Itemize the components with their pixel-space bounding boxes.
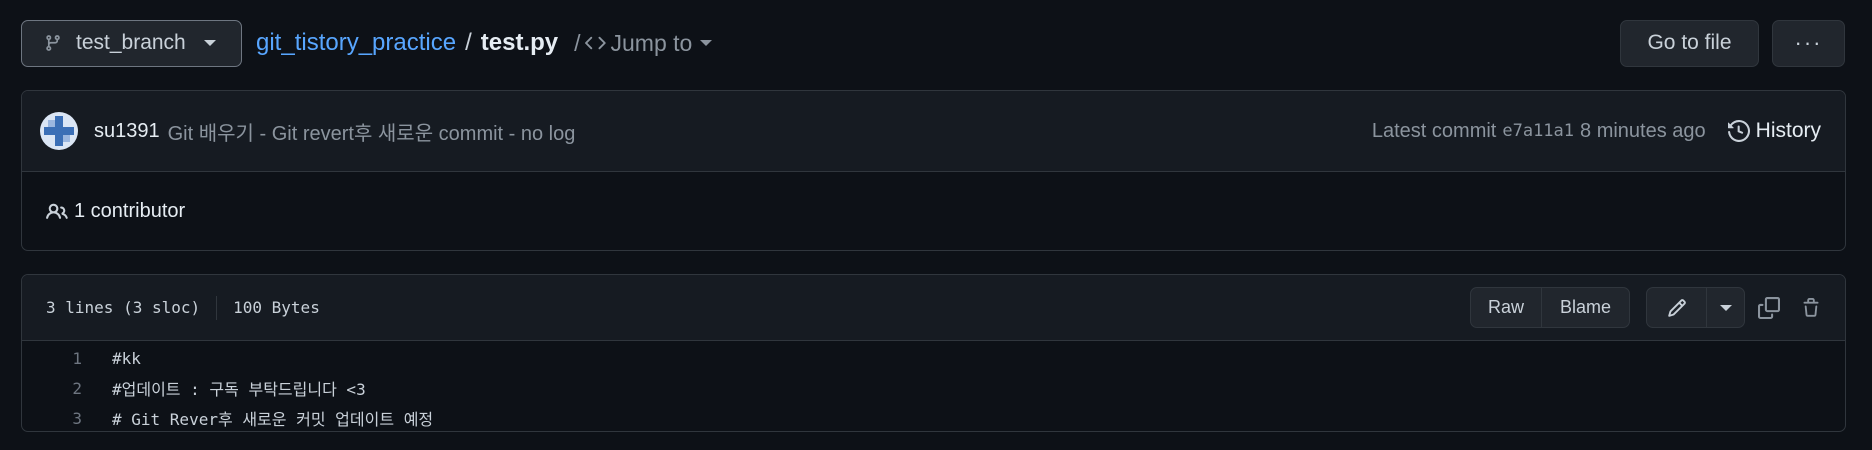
breadcrumb-repo-link[interactable]: git_tistory_practice — [256, 29, 456, 57]
latest-commit-box: su1391 Git 배우기 - Git revert후 새로운 commit … — [21, 90, 1846, 251]
line-number[interactable]: 2 — [22, 379, 82, 398]
trash-icon — [1803, 297, 1819, 317]
go-to-file-button[interactable]: Go to file — [1620, 19, 1759, 67]
branch-name: test_branch — [76, 31, 186, 54]
contributors-row[interactable]: 1 contributor — [22, 172, 1845, 250]
code-icon — [584, 36, 606, 50]
file-viewer: 3 lines (3 sloc) 100 Bytes Raw Blame 1 #… — [21, 274, 1846, 432]
copy-raw-button[interactable] — [1751, 290, 1787, 326]
more-options-button[interactable]: ··· — [1772, 19, 1845, 67]
avatar[interactable] — [40, 112, 78, 150]
jump-to-button[interactable]: / Jump to — [574, 29, 713, 57]
line-content: #kk — [112, 348, 141, 368]
breadcrumb-file-name: test.py — [480, 29, 559, 56]
commit-message[interactable]: Git 배우기 - Git revert후 새로운 commit - no lo… — [168, 117, 576, 146]
history-icon — [1727, 120, 1750, 142]
branch-selector-button[interactable]: test_branch — [21, 19, 242, 67]
history-button[interactable]: History — [1727, 119, 1821, 143]
file-header: 3 lines (3 sloc) 100 Bytes Raw Blame — [22, 275, 1845, 341]
chevron-down-icon — [1719, 304, 1732, 311]
chevron-down-icon — [700, 40, 713, 46]
jump-to-label: Jump to — [610, 29, 693, 56]
blame-button[interactable]: Blame — [1541, 288, 1629, 327]
breadcrumb-separator: / — [465, 29, 472, 56]
line-number[interactable]: 1 — [22, 349, 82, 368]
jump-separator: / — [574, 29, 581, 56]
commit-author[interactable]: su1391 — [94, 120, 160, 143]
contributors-label: 1 contributor — [74, 200, 186, 222]
breadcrumb: git_tistory_practice / test.py — [256, 29, 558, 57]
pencil-icon — [1667, 298, 1686, 317]
edit-group — [1646, 287, 1745, 328]
history-label: History — [1755, 119, 1821, 142]
delete-file-button[interactable] — [1793, 290, 1829, 326]
raw-button[interactable]: Raw — [1471, 288, 1541, 327]
edit-dropdown-button[interactable] — [1706, 288, 1744, 327]
code-line: 3 # Git Rever후 새로운 커밋 업데이트 예정 — [22, 403, 1845, 431]
commit-sha-link[interactable]: e7a11a1 — [1502, 121, 1574, 141]
file-lines-info: 3 lines (3 sloc) — [46, 298, 201, 317]
code-view: 1 #kk 2 #업데이트 : 구독 부탁드립니다 <3 3 # Git Rev… — [22, 341, 1845, 431]
commit-row: su1391 Git 배우기 - Git revert후 새로운 commit … — [22, 91, 1845, 172]
latest-commit-label: Latest commit — [1371, 119, 1497, 142]
code-line: 2 #업데이트 : 구독 부탁드립니다 <3 — [22, 373, 1845, 403]
file-size: 100 Bytes — [233, 298, 320, 317]
commit-time: 8 minutes ago — [1580, 119, 1706, 142]
line-number[interactable]: 3 — [22, 409, 82, 428]
divider — [216, 295, 218, 320]
code-line: 1 #kk — [22, 343, 1845, 373]
line-content: # Git Rever후 새로운 커밋 업데이트 예정 — [112, 410, 434, 429]
people-icon — [46, 203, 68, 219]
git-branch-icon — [46, 35, 60, 51]
edit-file-button[interactable] — [1647, 288, 1706, 327]
raw-blame-group: Raw Blame — [1470, 287, 1630, 328]
line-content: #업데이트 : 구독 부탁드립니다 <3 — [112, 380, 366, 399]
file-navigation: test_branch git_tistory_practice / test.… — [21, 19, 1845, 67]
chevron-down-icon — [203, 40, 216, 46]
copy-icon — [1758, 296, 1780, 319]
